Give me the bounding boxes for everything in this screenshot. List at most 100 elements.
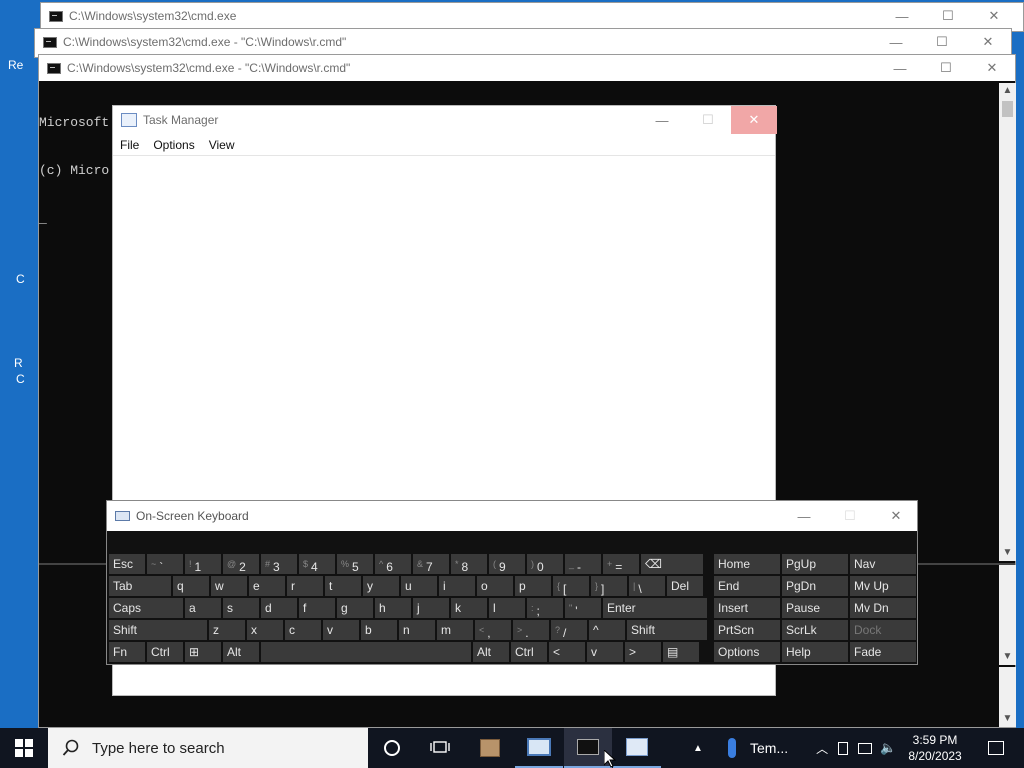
osk-key[interactable]: p: [515, 576, 551, 596]
osk-key[interactable]: Ctrl: [147, 642, 183, 662]
clock[interactable]: 3:59 PM 8/20/2023: [908, 732, 961, 764]
osk-key[interactable]: Shift: [627, 620, 707, 640]
osk-key[interactable]: c: [285, 620, 321, 640]
close-button[interactable]: ✕: [731, 106, 777, 134]
minimize-button[interactable]: —: [781, 501, 827, 531]
desktop-icon-label-4[interactable]: C: [16, 372, 36, 386]
osk-nav-key[interactable]: Home: [714, 554, 780, 574]
osk-key[interactable]: @2: [223, 554, 259, 574]
osk-key[interactable]: g: [337, 598, 373, 618]
osk-key[interactable]: z: [209, 620, 245, 640]
osk-nav-key[interactable]: Dock: [850, 620, 916, 640]
osk-key[interactable]: * 8: [451, 554, 487, 574]
osk-key[interactable]: k: [451, 598, 487, 618]
minimize-button[interactable]: —: [877, 55, 923, 81]
osk-nav-key[interactable]: Help: [782, 642, 848, 662]
scroll-down-arrow-icon[interactable]: ▼: [999, 649, 1016, 665]
cmd-window-back-titlebar[interactable]: C:\Windows\system32\cmd.exe: [41, 3, 1023, 29]
close-button[interactable]: ✕: [971, 3, 1017, 29]
osk-key[interactable]: ▤: [663, 642, 699, 662]
osk-nav-key[interactable]: Insert: [714, 598, 780, 618]
osk-key[interactable]: }]: [591, 576, 627, 596]
osk-key[interactable]: ^ 6: [375, 554, 411, 574]
minimize-button[interactable]: —: [639, 106, 685, 134]
osk-nav-key[interactable]: End: [714, 576, 780, 596]
scroll-up-arrow-icon[interactable]: ▲: [999, 83, 1016, 99]
maximize-button[interactable]: ☐: [923, 55, 969, 81]
on-screen-keyboard-window[interactable]: On-Screen Keyboard — ☐ ✕ Esc ~ `! 1 @2 #3 $4% 5…: [106, 500, 918, 665]
osk-key[interactable]: Del: [667, 576, 703, 596]
maximize-button[interactable]: ☐: [919, 29, 965, 55]
osk-key[interactable]: $4: [299, 554, 335, 574]
maximize-button[interactable]: ☐: [827, 501, 873, 531]
osk-key[interactable]: Alt: [473, 642, 509, 662]
osk-nav-key[interactable]: Pause: [782, 598, 848, 618]
osk-key[interactable]: f: [299, 598, 335, 618]
osk-key[interactable]: a: [185, 598, 221, 618]
weather-label[interactable]: Tem...: [750, 740, 788, 756]
osk-key[interactable]: >.: [513, 620, 549, 640]
osk-key[interactable]: {[: [553, 576, 589, 596]
taskbar-app-task-manager[interactable]: [613, 728, 661, 768]
minimize-button[interactable]: —: [873, 29, 919, 55]
osk-key[interactable]: x: [247, 620, 283, 640]
osk-key[interactable]: l: [489, 598, 525, 618]
menu-options[interactable]: Options: [146, 136, 201, 154]
osk-key[interactable]: r: [287, 576, 323, 596]
hidden-icons-chevron-icon[interactable]: ︿: [816, 740, 828, 757]
tablet-icon[interactable]: [838, 741, 849, 755]
console-scrollbar[interactable]: ▲ ▼: [999, 83, 1016, 561]
osk-key[interactable]: _ -: [565, 554, 601, 574]
console-bottom-scrollbar[interactable]: ▼: [999, 667, 1016, 727]
close-button[interactable]: ✕: [965, 29, 1011, 55]
maximize-button[interactable]: ☐: [925, 3, 971, 29]
osk-key[interactable]: " ': [565, 598, 601, 618]
close-button[interactable]: ✕: [969, 55, 1015, 81]
osk-key[interactable]: Esc: [109, 554, 145, 574]
osk-key[interactable]: Caps: [109, 598, 183, 618]
chevron-up-icon[interactable]: ▲: [690, 743, 706, 754]
desktop-icon-label-3[interactable]: R: [14, 356, 34, 370]
osk-key[interactable]: <,: [475, 620, 511, 640]
thermometer-icon[interactable]: [728, 738, 736, 758]
scroll-thumb[interactable]: [1002, 101, 1013, 117]
osk-key[interactable]: u: [401, 576, 437, 596]
osk-key[interactable]: i: [439, 576, 475, 596]
osk-key[interactable]: ⊞: [185, 642, 221, 662]
start-button[interactable]: [0, 728, 48, 768]
scroll-down-arrow-icon[interactable]: ▼: [999, 545, 1016, 561]
taskbar-app-control-panel[interactable]: [515, 728, 563, 768]
osk-key[interactable]: Alt: [223, 642, 259, 662]
osk-key[interactable]: ⌫: [641, 554, 703, 574]
osk-key[interactable]: ! 1: [185, 554, 221, 574]
osk-key[interactable]: Shift: [109, 620, 207, 640]
volume-icon[interactable]: 🔈: [880, 740, 896, 756]
osk-key[interactable]: o: [477, 576, 513, 596]
osk-key[interactable]: <: [549, 642, 585, 662]
osk-key[interactable]: v: [587, 642, 623, 662]
osk-key[interactable]: Fn: [109, 642, 145, 662]
osk-key[interactable]: w: [211, 576, 247, 596]
osk-key[interactable]: (9: [489, 554, 525, 574]
osk-key[interactable]: e: [249, 576, 285, 596]
osk-key[interactable]: j: [413, 598, 449, 618]
menu-view[interactable]: View: [202, 136, 242, 154]
desktop-icon-label-1[interactable]: Re: [8, 58, 28, 72]
osk-key[interactable]: m: [437, 620, 473, 640]
osk-key[interactable]: q: [173, 576, 209, 596]
osk-key[interactable]: % 5: [337, 554, 373, 574]
osk-key[interactable]: t: [325, 576, 361, 596]
osk-nav-key[interactable]: PgDn: [782, 576, 848, 596]
osk-key[interactable]: Ctrl: [511, 642, 547, 662]
cortana-button[interactable]: [368, 728, 416, 768]
taskbar-search-box[interactable]: Type here to search: [48, 728, 368, 768]
scroll-down-arrow-icon[interactable]: ▼: [999, 711, 1016, 727]
osk-key[interactable]: v: [323, 620, 359, 640]
task-view-button[interactable]: [416, 728, 464, 768]
osk-key[interactable]: Enter: [603, 598, 707, 618]
osk-key[interactable]: y: [363, 576, 399, 596]
osk-nav-key[interactable]: Fade: [850, 642, 916, 662]
osk-key[interactable]: b: [361, 620, 397, 640]
menu-file[interactable]: File: [113, 136, 146, 154]
close-button[interactable]: ✕: [873, 501, 919, 531]
